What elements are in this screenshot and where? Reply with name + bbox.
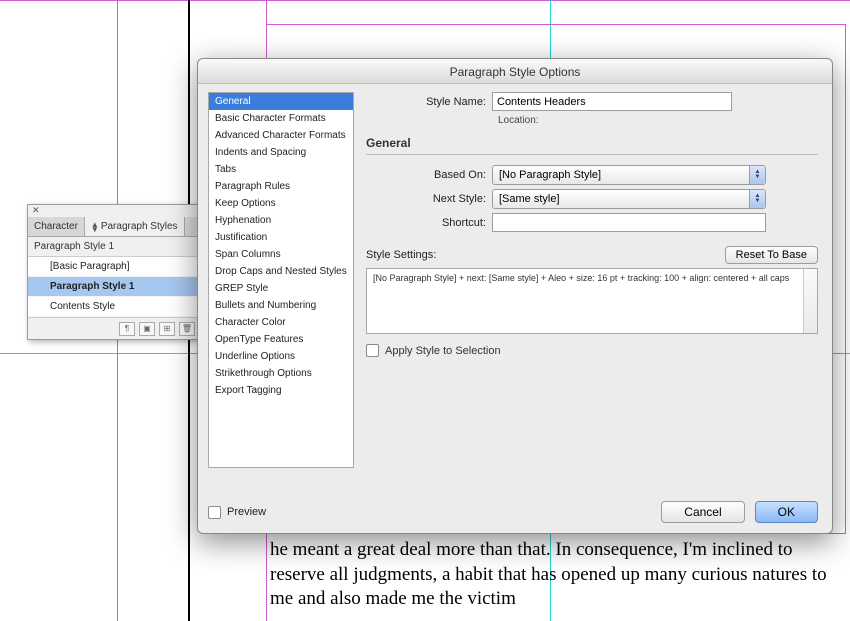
next-style-label: Next Style: — [366, 193, 492, 205]
list-item[interactable]: Paragraph Style 1 — [28, 277, 199, 297]
category-item[interactable]: Hyphenation — [209, 212, 353, 229]
category-item[interactable]: Justification — [209, 229, 353, 246]
preview-label: Preview — [227, 506, 266, 518]
style-name-label: Style Name: — [366, 96, 492, 108]
trash-icon[interactable]: 🗑 — [179, 322, 195, 336]
section-title: General — [366, 136, 818, 150]
category-item[interactable]: OpenType Features — [209, 331, 353, 348]
paragraph-styles-panel: ✕ Character ▲▼ Paragraph Styles Paragrap… — [27, 204, 200, 340]
scrollbar[interactable] — [803, 269, 817, 333]
category-item[interactable]: Tabs — [209, 161, 353, 178]
apply-style-label: Apply Style to Selection — [385, 345, 501, 357]
panel-tab-strip: Character ▲▼ Paragraph Styles — [28, 217, 199, 237]
close-icon[interactable]: ✕ — [30, 203, 42, 218]
category-item[interactable]: General — [209, 93, 353, 110]
style-list: [Basic Paragraph] Paragraph Style 1 Cont… — [28, 257, 199, 317]
category-item[interactable]: Bullets and Numbering — [209, 297, 353, 314]
cancel-button[interactable]: Cancel — [661, 501, 744, 523]
tab-paragraph-styles[interactable]: ▲▼ Paragraph Styles — [85, 217, 185, 236]
location-label: Location: — [498, 115, 818, 126]
paragraph-style-options-dialog: Paragraph Style Options General Basic Ch… — [197, 58, 833, 534]
category-item[interactable]: Indents and Spacing — [209, 144, 353, 161]
list-item[interactable]: [Basic Paragraph] — [28, 257, 199, 277]
category-item[interactable]: Keep Options — [209, 195, 353, 212]
divider — [366, 154, 818, 155]
style-name-input[interactable] — [492, 92, 732, 111]
panel-footer: ¶ ▣ ⊞ 🗑 — [28, 317, 199, 339]
preview-checkbox[interactable] — [208, 506, 221, 519]
tab-character[interactable]: Character — [28, 217, 85, 236]
apply-style-checkbox[interactable] — [366, 344, 379, 357]
next-style-select[interactable] — [492, 189, 766, 209]
ok-button[interactable]: OK — [755, 501, 818, 523]
new-group-icon[interactable]: ▣ — [139, 322, 155, 336]
style-settings-summary: [No Paragraph Style] + next: [Same style… — [373, 273, 789, 283]
clear-overrides-icon[interactable]: ¶ — [119, 322, 135, 336]
reset-to-base-button[interactable]: Reset To Base — [725, 246, 818, 264]
based-on-select[interactable] — [492, 165, 766, 185]
style-settings-box: [No Paragraph Style] + next: [Same style… — [366, 268, 818, 334]
shortcut-input[interactable] — [492, 213, 766, 232]
category-list: General Basic Character Formats Advanced… — [208, 92, 354, 468]
dialog-main: Style Name: Location: General Based On: … — [354, 84, 832, 476]
shortcut-label: Shortcut: — [366, 217, 492, 229]
category-item[interactable]: Basic Character Formats — [209, 110, 353, 127]
based-on-label: Based On: — [366, 169, 492, 181]
tab-label: Character — [34, 221, 78, 232]
category-item[interactable]: Character Color — [209, 314, 353, 331]
tab-label: Paragraph Styles — [101, 221, 178, 232]
new-style-icon[interactable]: ⊞ — [159, 322, 175, 336]
dialog-title: Paragraph Style Options — [198, 59, 832, 84]
document-body-text: he meant a great deal more than that. In… — [270, 538, 840, 612]
category-item[interactable]: GREP Style — [209, 280, 353, 297]
guide-horizontal-top — [0, 0, 850, 1]
current-style-label: Paragraph Style 1 — [28, 237, 199, 257]
category-item[interactable]: Span Columns — [209, 246, 353, 263]
style-settings-label: Style Settings: — [366, 249, 436, 261]
category-item[interactable]: Export Tagging — [209, 382, 353, 399]
category-item[interactable]: Drop Caps and Nested Styles — [209, 263, 353, 280]
category-item[interactable]: Advanced Character Formats — [209, 127, 353, 144]
category-item[interactable]: Strikethrough Options — [209, 365, 353, 382]
list-item[interactable]: Contents Style — [28, 297, 199, 317]
category-item[interactable]: Underline Options — [209, 348, 353, 365]
updown-icon: ▲▼ — [91, 222, 99, 232]
category-item[interactable]: Paragraph Rules — [209, 178, 353, 195]
